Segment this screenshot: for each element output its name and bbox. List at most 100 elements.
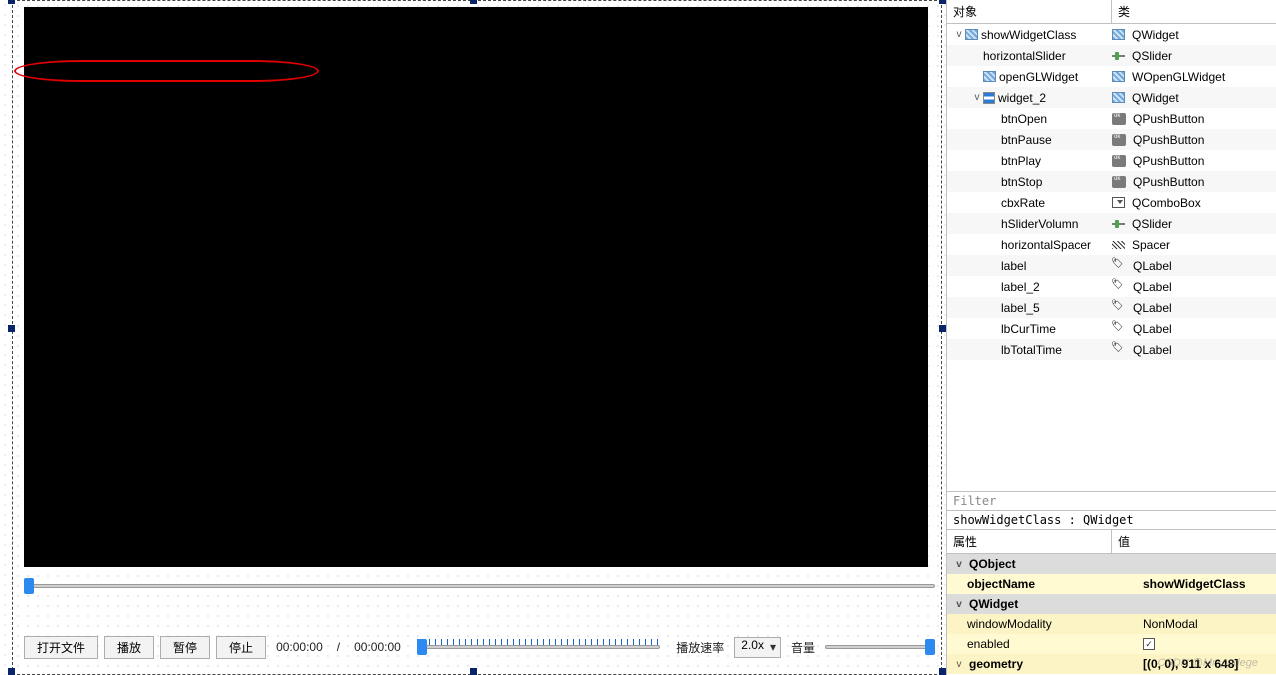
tree-row-btnPlay[interactable]: btnPlayQPushButton — [947, 150, 1276, 171]
property-filter-input[interactable]: Filter — [947, 492, 1276, 511]
object-name: lbTotalTime — [1001, 343, 1062, 357]
class-name: QPushButton — [1133, 175, 1204, 189]
widget-icon — [983, 71, 996, 82]
property-row[interactable]: v QObject — [947, 554, 1276, 574]
checkbox-icon[interactable]: ✓ — [1143, 638, 1155, 650]
property-col-name[interactable]: 属性 — [947, 530, 1112, 553]
slider-thumb[interactable] — [24, 578, 34, 594]
tree-row-widget_2[interactable]: vwidget_2QWidget — [947, 87, 1276, 108]
resize-handle[interactable] — [939, 0, 946, 4]
property-row[interactable]: v QWidget — [947, 594, 1276, 614]
expand-icon[interactable]: v — [953, 599, 965, 610]
class-name: QSlider — [1132, 217, 1172, 231]
object-name: widget_2 — [998, 91, 1046, 105]
rate-combo-value: 2.0x — [741, 638, 764, 652]
tree-row-lbCurTime[interactable]: lbCurTimeQLabel — [947, 318, 1276, 339]
tree-row-btnOpen[interactable]: btnOpenQPushButton — [947, 108, 1276, 129]
volume-slider[interactable] — [825, 637, 935, 657]
btn-icon — [1112, 113, 1126, 125]
property-value-windowModality[interactable]: NonModal — [1139, 617, 1276, 631]
tree-row-btnPause[interactable]: btnPauseQPushButton — [947, 129, 1276, 150]
class-name: QLabel — [1133, 322, 1172, 336]
object-name: btnPause — [1001, 133, 1052, 147]
resize-handle[interactable] — [8, 0, 15, 4]
resize-handle[interactable] — [470, 668, 477, 675]
form-widget[interactable]: 打开文件 播放 暂停 停止 00:00:00 / 00:00:00 播放速率 2… — [12, 0, 942, 675]
tree-row-cbxRate[interactable]: cbxRate QComboBox — [947, 192, 1276, 213]
inspector-col-class[interactable]: 类 — [1112, 0, 1276, 23]
open-file-button[interactable]: 打开文件 — [24, 636, 98, 659]
property-value-enabled[interactable]: ✓ — [1139, 638, 1276, 650]
horizontal-slider[interactable] — [24, 576, 935, 596]
time-separator: / — [337, 640, 340, 654]
tree-row-label_5[interactable]: label_5QLabel — [947, 297, 1276, 318]
property-name-objectName[interactable]: objectName — [967, 577, 1035, 591]
opengl-video-widget[interactable] — [24, 7, 928, 567]
btn-icon — [1112, 134, 1126, 146]
class-name: Spacer — [1132, 238, 1170, 252]
expand-icon[interactable]: v — [971, 92, 983, 103]
expand-icon[interactable]: v — [953, 29, 965, 40]
expand-icon[interactable]: v — [953, 559, 965, 570]
resize-handle[interactable] — [8, 325, 15, 332]
rate-combo[interactable]: 2.0x — [734, 637, 781, 658]
property-group-QObject[interactable]: QObject — [969, 557, 1016, 571]
slider-icon — [1112, 52, 1125, 60]
widget-icon — [1112, 29, 1125, 40]
object-name: cbxRate — [1001, 196, 1045, 210]
total-time-label: 00:00:00 — [354, 640, 401, 654]
property-row[interactable]: windowModality NonModal — [947, 614, 1276, 634]
class-name: QPushButton — [1133, 112, 1204, 126]
vbox-icon — [983, 92, 995, 104]
progress-slider[interactable] — [417, 637, 660, 657]
tree-row-label[interactable]: labelQLabel — [947, 255, 1276, 276]
tree-row-horizontalSpacer[interactable]: horizontalSpacerSpacer — [947, 234, 1276, 255]
tree-row-openGLWidget[interactable]: openGLWidgetWOpenGLWidget — [947, 66, 1276, 87]
property-name-enabled[interactable]: enabled — [967, 637, 1010, 651]
tree-row-label_2[interactable]: label_2QLabel — [947, 276, 1276, 297]
resize-handle[interactable] — [939, 325, 946, 332]
tree-row-showWidgetClass[interactable]: v showWidgetClass QWidget — [947, 24, 1276, 45]
property-row[interactable]: v geometry [(0, 0), 911 x 648] — [947, 654, 1276, 674]
stop-button[interactable]: 停止 — [216, 636, 266, 659]
property-col-value[interactable]: 值 — [1112, 530, 1276, 553]
expand-icon[interactable]: v — [953, 659, 965, 670]
object-inspector[interactable]: 对象 类 v showWidgetClass QWidget horizontalSl… — [947, 0, 1276, 492]
widget-icon — [1112, 71, 1125, 82]
object-tree[interactable]: vshowWidgetClassQWidgethorizontalSliderQ… — [947, 24, 1276, 491]
resize-handle[interactable] — [8, 668, 15, 675]
property-group-QWidget[interactable]: QWidget — [969, 597, 1018, 611]
object-name: showWidgetClass — [981, 28, 1076, 42]
property-row[interactable]: objectName showWidgetClass — [947, 574, 1276, 594]
resize-handle[interactable] — [470, 0, 477, 4]
class-name: QComboBox — [1132, 196, 1201, 210]
volume-label: 音量 — [791, 639, 815, 656]
class-name: QPushButton — [1133, 154, 1204, 168]
property-row[interactable]: enabled ✓ — [947, 634, 1276, 654]
property-editor[interactable]: Filter showWidgetClass : QWidget 属性 值 vQ… — [947, 492, 1276, 675]
inspector-col-object[interactable]: 对象 — [947, 0, 1112, 23]
property-name-geometry[interactable]: geometry — [969, 657, 1023, 671]
pause-button[interactable]: 暂停 — [160, 636, 210, 659]
object-name: horizontalSlider — [983, 49, 1066, 63]
property-name-windowModality[interactable]: windowModality — [967, 617, 1052, 631]
btn-icon — [1112, 176, 1126, 188]
property-rows[interactable]: v QObject objectName showWidgetClass v QWidge… — [947, 554, 1276, 675]
slider-thumb[interactable] — [417, 639, 427, 655]
property-value-geometry[interactable]: [(0, 0), 911 x 648] — [1139, 657, 1276, 671]
resize-handle[interactable] — [939, 668, 946, 675]
property-value-objectName[interactable]: showWidgetClass — [1139, 577, 1276, 591]
slider-track — [825, 645, 935, 649]
class-name: QWidget — [1132, 28, 1179, 42]
label-icon — [1112, 323, 1126, 335]
tree-row-lbTotalTime[interactable]: lbTotalTime QLabel — [947, 339, 1276, 360]
class-name: QLabel — [1133, 343, 1172, 357]
spacer-icon — [1112, 241, 1125, 249]
slider-track — [24, 584, 935, 588]
design-canvas[interactable]: 打开文件 播放 暂停 停止 00:00:00 / 00:00:00 播放速率 2… — [0, 0, 946, 675]
tree-row-hSliderVolumn[interactable]: hSliderVolumnQSlider — [947, 213, 1276, 234]
play-button[interactable]: 播放 — [104, 636, 154, 659]
slider-thumb[interactable] — [925, 639, 935, 655]
tree-row-btnStop[interactable]: btnStopQPushButton — [947, 171, 1276, 192]
tree-row-horizontalSlider[interactable]: horizontalSliderQSlider — [947, 45, 1276, 66]
